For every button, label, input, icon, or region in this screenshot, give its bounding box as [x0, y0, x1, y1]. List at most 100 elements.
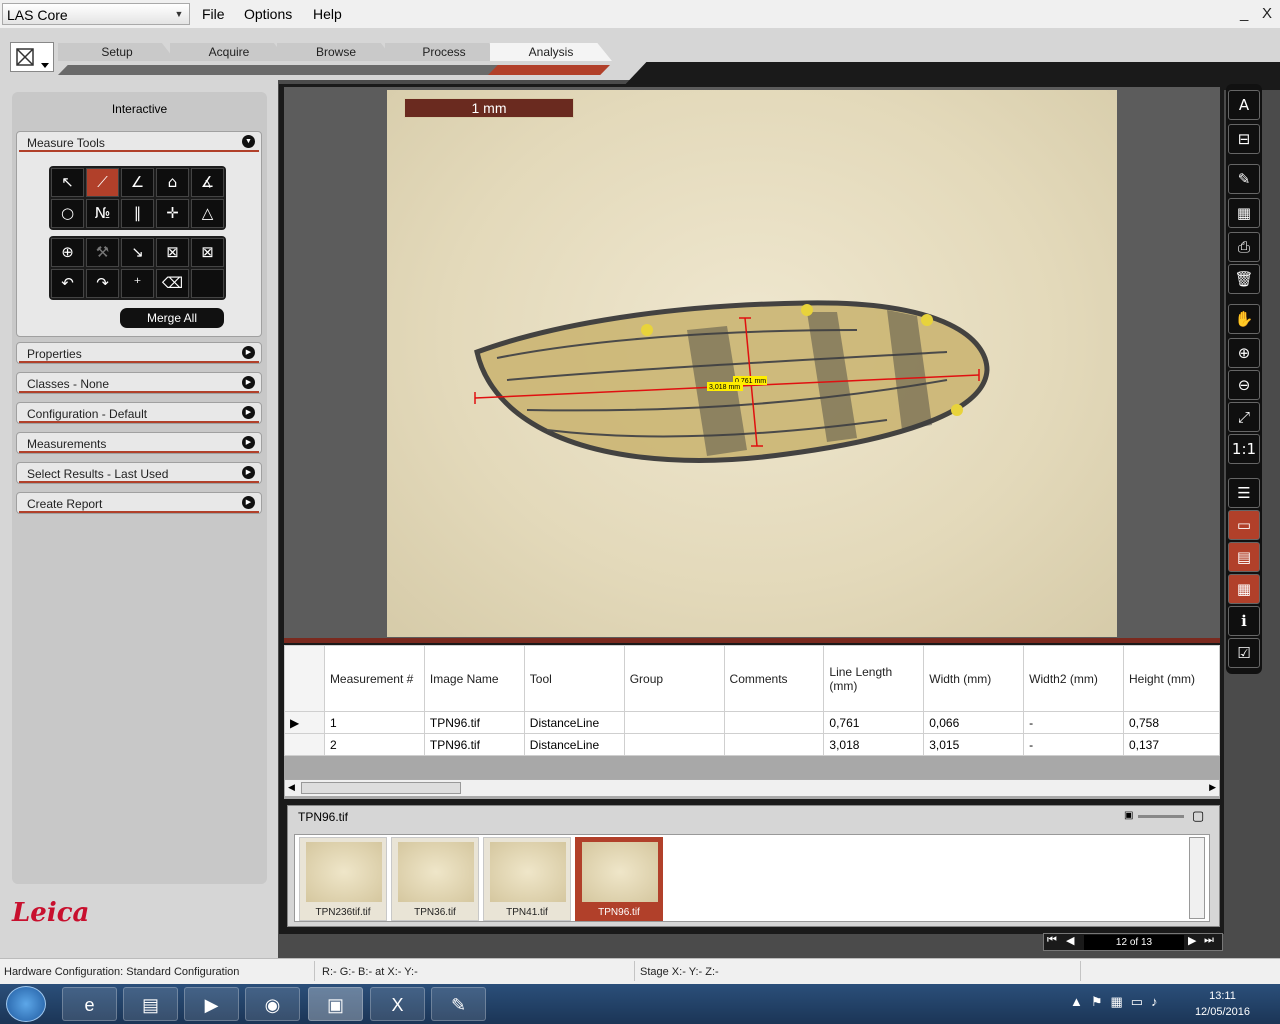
circle-tool-icon[interactable]: ○ — [51, 199, 84, 228]
checklist-icon[interactable]: ☑ — [1228, 638, 1260, 668]
tab-analysis[interactable]: Analysis — [490, 43, 612, 61]
polygon-tool-icon[interactable]: ⌂ — [156, 168, 189, 197]
table-cell[interactable]: - — [1023, 711, 1124, 734]
table-cell[interactable]: DistanceLine — [523, 733, 625, 756]
polyline-tool-icon[interactable]: ∠ — [121, 168, 154, 197]
select-all-icon[interactable]: ↘ — [121, 238, 154, 267]
media-player-icon[interactable]: ▶ — [184, 987, 239, 1021]
thumb-size-slider[interactable] — [1138, 815, 1184, 818]
chrome-icon[interactable]: ◉ — [245, 987, 300, 1021]
grid-view-icon[interactable]: ▦ — [1228, 574, 1260, 604]
table-cell[interactable]: 1 — [323, 711, 425, 734]
delete-all-icon[interactable]: ⊠ — [156, 238, 189, 267]
section-header[interactable]: Measure Tools — [27, 136, 105, 150]
properties-section[interactable]: Properties ▶ — [16, 342, 262, 364]
thumbnail[interactable]: TPN41.tif — [483, 837, 571, 921]
start-button[interactable] — [6, 986, 46, 1022]
scroll-right-icon[interactable]: ▶ — [1209, 782, 1216, 793]
table-cell[interactable]: 0,761 — [823, 711, 925, 734]
table-cell[interactable]: TPN96.tif — [423, 733, 525, 756]
hierarchy-icon[interactable]: ⊟ — [1228, 124, 1260, 154]
collapse-icon[interactable]: ▼ — [242, 135, 255, 148]
table-cell[interactable]: 3,018 — [823, 733, 925, 756]
zoom-out-icon[interactable]: ⊖ — [1228, 370, 1260, 400]
internet-explorer-icon[interactable]: e — [62, 987, 117, 1021]
expand-icon[interactable]: ▶ — [242, 436, 255, 449]
column-header[interactable]: Line Length (mm) — [823, 645, 925, 712]
file-explorer-icon[interactable]: ▤ — [123, 987, 178, 1021]
actual-size-icon[interactable]: 1:1 — [1228, 434, 1260, 464]
tab-setup[interactable]: Setup — [58, 43, 176, 61]
thumb-size-large-icon[interactable]: ▢ — [1192, 808, 1204, 824]
merge-all-button[interactable]: Merge All — [120, 308, 224, 328]
annotation-text-icon[interactable]: A — [1228, 90, 1260, 120]
parallel-lines-tool-icon[interactable]: ∥ — [121, 199, 154, 228]
column-header[interactable]: Tool — [523, 645, 625, 712]
single-view-icon[interactable]: ▭ — [1228, 510, 1260, 540]
minimize-button[interactable]: _ — [1240, 5, 1248, 22]
redo-icon[interactable]: ↷ — [86, 269, 119, 298]
excel-icon[interactable]: X — [370, 987, 425, 1021]
expand-icon[interactable]: ▶ — [242, 376, 255, 389]
menu-file[interactable]: File — [202, 6, 225, 22]
info-icon[interactable]: ℹ — [1228, 606, 1260, 636]
las-core-icon[interactable]: ▣ — [308, 987, 363, 1021]
next-image-icon[interactable]: ▶ — [1188, 934, 1196, 947]
undo-icon[interactable]: ↶ — [51, 269, 84, 298]
vertical-scrollbar[interactable] — [1189, 837, 1205, 919]
close-button[interactable]: X — [1262, 5, 1272, 22]
save-icon[interactable]: ✎ — [1228, 164, 1260, 194]
cross-tool-icon[interactable]: ✛ — [156, 199, 189, 228]
table-cell[interactable]: 0,066 — [923, 711, 1025, 734]
column-header[interactable]: Comments — [723, 645, 825, 712]
angle-tool-icon[interactable]: ∡ — [191, 168, 224, 197]
expand-icon[interactable]: ▶ — [242, 496, 255, 509]
microscope-image[interactable]: 0,761 mm 3,018 mm — [387, 90, 1117, 637]
first-image-icon[interactable]: ⏮ — [1047, 934, 1057, 947]
delete-icon[interactable]: ⊠ — [191, 238, 224, 267]
table-cell[interactable] — [623, 733, 725, 756]
expand-icon[interactable]: ▶ — [242, 346, 255, 359]
table-cell[interactable]: 0,758 — [1122, 711, 1221, 734]
document-icon[interactable]: ☰ — [1228, 478, 1260, 508]
tab-acquire[interactable]: Acquire — [170, 43, 288, 61]
table-view-icon[interactable]: ▤ — [1228, 542, 1260, 572]
thumbnail-selected[interactable]: TPN96.tif — [575, 837, 663, 921]
scroll-left-icon[interactable]: ◀ — [288, 782, 295, 793]
column-header[interactable]: Width (mm) — [923, 645, 1025, 712]
tile-view-icon[interactable]: ▦ — [1228, 198, 1260, 228]
thumbnail[interactable]: TPN236tif.tif — [299, 837, 387, 921]
thumbnail[interactable]: TPN36.tif — [391, 837, 479, 921]
select-results-section[interactable]: Select Results - Last Used ▶ — [16, 462, 262, 484]
tab-browse[interactable]: Browse — [277, 43, 395, 61]
pan-hand-icon[interactable]: ✋ — [1228, 304, 1260, 334]
app-selector[interactable]: LAS Core ▼ — [2, 3, 190, 25]
eraser-icon[interactable]: ⌫ — [156, 269, 189, 298]
clock[interactable]: 13:11 12/05/2016 — [1195, 988, 1250, 1020]
trash-icon[interactable]: 🗑 — [1228, 264, 1260, 294]
configuration-section[interactable]: Configuration - Default ▶ — [16, 402, 262, 424]
table-cell[interactable] — [623, 711, 725, 734]
menu-options[interactable]: Options — [244, 6, 292, 22]
column-header[interactable]: Width2 (mm) — [1023, 645, 1124, 712]
last-image-icon[interactable]: ⏭ — [1204, 934, 1214, 947]
table-cell[interactable]: DistanceLine — [523, 711, 625, 734]
column-header[interactable]: Image Name — [423, 645, 525, 712]
table-cell[interactable]: - — [1023, 733, 1124, 756]
scroll-thumb[interactable] — [301, 782, 461, 794]
row-selector[interactable] — [284, 733, 325, 756]
row-selector-icon[interactable]: ▶ — [284, 711, 325, 734]
table-cell[interactable] — [723, 711, 825, 734]
measurements-section[interactable]: Measurements ▶ — [16, 432, 262, 454]
print-icon[interactable]: ⎙ — [1228, 232, 1260, 262]
table-cell[interactable]: 3,015 — [923, 733, 1025, 756]
paint-icon[interactable]: ✎ — [431, 987, 486, 1021]
previous-image-icon[interactable]: ◀ — [1066, 934, 1074, 947]
table-row[interactable]: 2 TPN96.tif DistanceLine 3,018 3,015 - 0… — [284, 733, 1221, 756]
tool-dropdown[interactable] — [10, 42, 54, 72]
create-report-section[interactable]: Create Report ▶ — [16, 492, 262, 514]
thumb-size-small-icon[interactable]: ▣ — [1124, 810, 1133, 821]
distance-line-tool-icon[interactable]: ⟋ — [86, 168, 119, 197]
fit-to-window-icon[interactable]: ⤢ — [1228, 402, 1260, 432]
table-row[interactable]: ▶ 1 TPN96.tif DistanceLine 0,761 0,066 -… — [284, 711, 1221, 734]
